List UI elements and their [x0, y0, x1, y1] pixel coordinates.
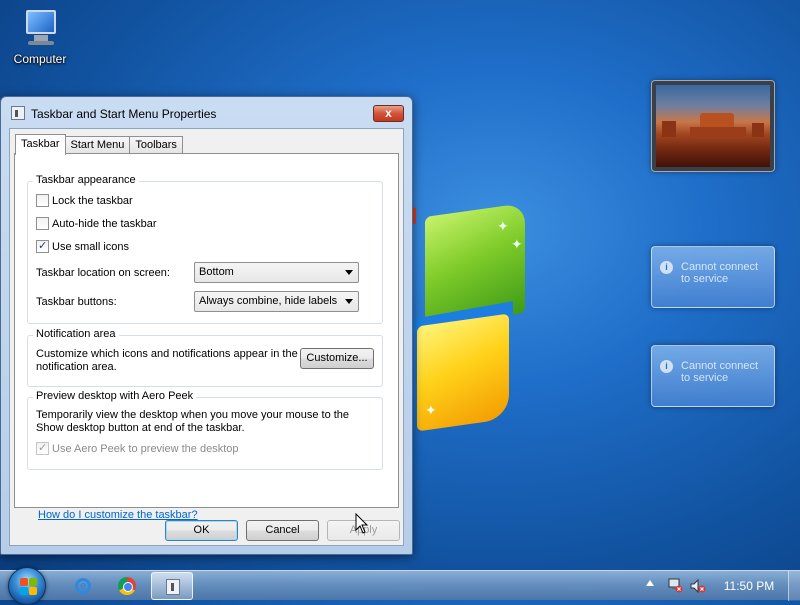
tab-taskbar[interactable]: Taskbar — [15, 134, 66, 155]
buttons-value: Always combine, hide labels — [199, 295, 338, 307]
computer-icon — [20, 8, 60, 48]
checkbox-label: Use Aero Peek to preview the desktop — [52, 442, 239, 455]
taskbar-appearance-group: Taskbar appearance Lock the taskbar Auto… — [27, 174, 383, 324]
checkbox-box — [36, 441, 49, 455]
ok-button[interactable]: OK — [165, 520, 238, 541]
tab-toolbars[interactable]: Toolbars — [129, 136, 183, 154]
dialog-titlebar[interactable]: Taskbar and Start Menu Properties x — [1, 97, 412, 129]
group-title: Preview desktop with Aero Peek — [33, 390, 197, 402]
buttons-select[interactable]: Always combine, hide labels — [194, 291, 359, 312]
checkbox-label: Use small icons — [52, 240, 130, 253]
dialog-title: Taskbar and Start Menu Properties — [31, 107, 217, 121]
system-clock[interactable]: 11:50 PM — [714, 579, 784, 593]
chevron-down-icon — [345, 299, 353, 304]
show-hidden-icons-icon[interactable] — [646, 580, 654, 586]
taskbar-properties-dialog: Taskbar and Start Menu Properties x Task… — [0, 96, 413, 555]
group-title: Taskbar appearance — [33, 174, 139, 186]
tab-strip: Taskbar Start Menu Toolbars — [15, 134, 183, 155]
chrome-icon — [118, 577, 136, 595]
internet-explorer-icon: e — [75, 578, 91, 594]
taskbar-properties-icon — [166, 579, 180, 595]
info-icon: i — [660, 261, 673, 274]
small-icons-checkbox[interactable]: Use small icons — [36, 239, 130, 253]
location-label: Taskbar location on screen: — [36, 267, 170, 279]
buttons-label: Taskbar buttons: — [36, 296, 117, 308]
show-desktop-button[interactable] — [788, 571, 800, 601]
customize-button[interactable]: Customize... — [300, 348, 374, 369]
volume-muted-icon[interactable] — [690, 578, 706, 594]
start-button[interactable] — [8, 567, 46, 605]
tab-start-menu[interactable]: Start Menu — [64, 136, 131, 154]
checkbox-box[interactable] — [36, 217, 49, 230]
auto-hide-checkbox[interactable]: Auto-hide the taskbar — [36, 217, 157, 230]
desktop-icon-label: Computer — [13, 52, 67, 66]
lock-taskbar-checkbox[interactable]: Lock the taskbar — [36, 194, 133, 207]
group-title: Notification area — [33, 328, 119, 340]
close-button[interactable]: x — [373, 105, 404, 122]
windows-logo-icon — [20, 578, 28, 586]
checkbox-box[interactable] — [36, 194, 49, 207]
checkbox-label: Lock the taskbar — [52, 194, 133, 207]
aero-peek-checkbox: Use Aero Peek to preview the desktop — [36, 441, 239, 455]
aero-peek-description: Temporarily view the desktop when you mo… — [36, 409, 350, 434]
network-disconnected-icon[interactable] — [667, 577, 683, 593]
location-select[interactable]: Bottom — [194, 262, 359, 283]
taskbar: e 11:50 PM — [0, 567, 800, 605]
slideshow-photo — [656, 85, 770, 167]
notification-area-group: Notification area Customize which icons … — [27, 328, 383, 387]
close-icon: x — [385, 106, 392, 120]
chevron-down-icon — [345, 270, 353, 275]
taskbar-properties-icon — [11, 106, 25, 120]
mouse-cursor-icon — [355, 513, 369, 534]
wallpaper-windows-logo: ✦ ✦ ✦ — [405, 200, 545, 432]
dialog-client-area: Taskbar Start Menu Toolbars Taskbar appe… — [9, 128, 404, 546]
taskbar-button-internet-explorer[interactable]: e — [62, 572, 104, 600]
cancel-button[interactable]: Cancel — [246, 520, 319, 541]
taskbar-button-chrome[interactable] — [106, 572, 148, 600]
notification-description: Customize which icons and notifications … — [36, 348, 298, 373]
aero-peek-group: Preview desktop with Aero Peek Temporari… — [27, 390, 383, 470]
checkbox-label: Auto-hide the taskbar — [52, 217, 157, 230]
slideshow-gadget[interactable] — [651, 80, 775, 172]
taskbar-button-properties[interactable] — [151, 572, 193, 600]
service-gadget[interactable]: i Cannot connect to service — [651, 246, 775, 308]
service-gadget[interactable]: i Cannot connect to service — [651, 345, 775, 407]
desktop-icon-computer[interactable]: Computer — [6, 8, 74, 66]
info-icon: i — [660, 360, 673, 373]
taskbar-tab-panel: Taskbar appearance Lock the taskbar Auto… — [14, 153, 399, 521]
checkbox-box[interactable] — [36, 239, 49, 253]
service-message: Cannot connect to service — [681, 261, 759, 285]
service-message: Cannot connect to service — [681, 360, 759, 384]
location-value: Bottom — [199, 266, 234, 278]
